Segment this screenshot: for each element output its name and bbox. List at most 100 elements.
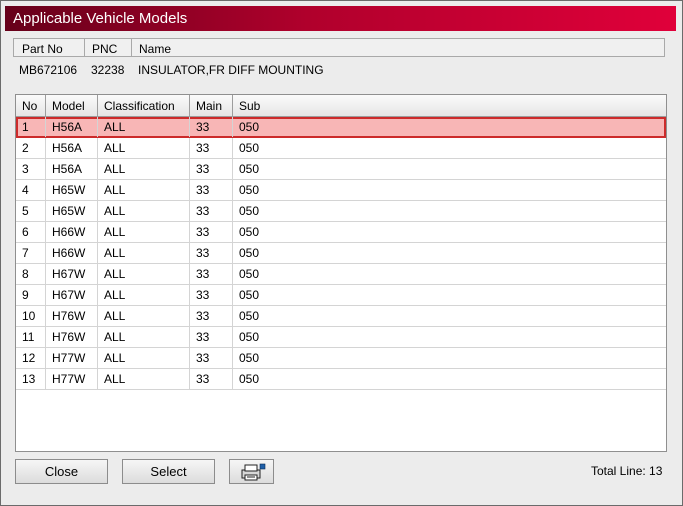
cell-divider xyxy=(45,285,46,305)
cell-divider xyxy=(232,306,233,326)
cell-divider xyxy=(232,285,233,305)
row-no: 12 xyxy=(22,351,36,365)
cell-divider xyxy=(232,348,233,368)
row-sub: 050 xyxy=(239,120,260,134)
cell-divider xyxy=(232,117,233,137)
column-divider[interactable] xyxy=(97,95,98,116)
row-no: 9 xyxy=(22,288,29,302)
table-row[interactable]: 6 H66W ALL 33 050 xyxy=(16,222,666,243)
column-header-classification[interactable]: Classification xyxy=(104,99,175,113)
cell-divider xyxy=(97,285,98,305)
title-bar[interactable]: Applicable Vehicle Models xyxy=(5,6,676,31)
row-classification: ALL xyxy=(104,351,126,365)
cell-divider xyxy=(189,306,190,326)
cell-divider xyxy=(189,159,190,179)
row-classification: ALL xyxy=(104,120,126,134)
row-model: H67W xyxy=(52,288,86,302)
cell-divider xyxy=(45,369,46,389)
row-sub: 050 xyxy=(239,246,260,260)
table-row[interactable]: 13 H77W ALL 33 050 xyxy=(16,369,666,390)
row-classification: ALL xyxy=(104,309,126,323)
row-classification: ALL xyxy=(104,162,126,176)
row-sub: 050 xyxy=(239,330,260,344)
row-no: 2 xyxy=(22,141,29,155)
row-model: H56A xyxy=(52,141,83,155)
table-row[interactable]: 1 H56A ALL 33 050 xyxy=(16,117,666,138)
cell-divider xyxy=(97,222,98,242)
cell-divider xyxy=(232,180,233,200)
table-row[interactable]: 2 H56A ALL 33 050 xyxy=(16,138,666,159)
cell-divider xyxy=(189,369,190,389)
row-main: 33 xyxy=(196,204,210,218)
column-divider[interactable] xyxy=(45,95,46,116)
cell-divider xyxy=(189,285,190,305)
row-model: H76W xyxy=(52,330,86,344)
table-row[interactable]: 7 H66W ALL 33 050 xyxy=(16,243,666,264)
row-main: 33 xyxy=(196,246,210,260)
row-sub: 050 xyxy=(239,183,260,197)
table-row[interactable]: 8 H67W ALL 33 050 xyxy=(16,264,666,285)
cell-divider xyxy=(97,327,98,347)
cell-divider xyxy=(189,264,190,284)
name-value: INSULATOR,FR DIFF MOUNTING xyxy=(138,63,324,77)
row-no: 10 xyxy=(22,309,36,323)
row-classification: ALL xyxy=(104,330,126,344)
column-header-sub[interactable]: Sub xyxy=(239,99,260,113)
column-divider[interactable] xyxy=(232,95,233,116)
table-row[interactable]: 5 H65W ALL 33 050 xyxy=(16,201,666,222)
row-classification: ALL xyxy=(104,225,126,239)
column-header-no[interactable]: No xyxy=(22,99,37,113)
row-classification: ALL xyxy=(104,288,126,302)
row-sub: 050 xyxy=(239,351,260,365)
table-row[interactable]: 3 H56A ALL 33 050 xyxy=(16,159,666,180)
row-classification: ALL xyxy=(104,267,126,281)
close-button[interactable]: Close xyxy=(15,459,108,484)
row-classification: ALL xyxy=(104,372,126,386)
table-row[interactable]: 11 H76W ALL 33 050 xyxy=(16,327,666,348)
cell-divider xyxy=(189,201,190,221)
row-main: 33 xyxy=(196,351,210,365)
column-header-main[interactable]: Main xyxy=(196,99,222,113)
row-no: 6 xyxy=(22,225,29,239)
row-main: 33 xyxy=(196,162,210,176)
row-sub: 050 xyxy=(239,372,260,386)
cell-divider xyxy=(45,264,46,284)
vehicle-models-table[interactable]: No Model Classification Main Sub 1 H56A AL… xyxy=(15,94,667,452)
table-row[interactable]: 10 H76W ALL 33 050 xyxy=(16,306,666,327)
cell-divider xyxy=(232,222,233,242)
column-header-model[interactable]: Model xyxy=(52,99,85,113)
cell-divider xyxy=(97,264,98,284)
row-sub: 050 xyxy=(239,288,260,302)
cell-divider xyxy=(232,243,233,263)
cell-divider xyxy=(232,264,233,284)
row-no: 3 xyxy=(22,162,29,176)
cell-divider xyxy=(232,159,233,179)
table-header: No Model Classification Main Sub xyxy=(16,95,666,117)
cell-divider xyxy=(189,348,190,368)
cell-divider xyxy=(45,117,46,137)
cell-divider xyxy=(45,180,46,200)
part-no-value: MB672106 xyxy=(19,63,78,77)
row-no: 4 xyxy=(22,183,29,197)
column-divider[interactable] xyxy=(189,95,190,116)
table-row[interactable]: 9 H67W ALL 33 050 xyxy=(16,285,666,306)
part-no-header: Part No xyxy=(22,42,63,56)
cell-divider xyxy=(97,117,98,137)
cell-divider xyxy=(45,327,46,347)
cell-divider xyxy=(189,243,190,263)
cell-divider xyxy=(189,327,190,347)
table-row[interactable]: 12 H77W ALL 33 050 xyxy=(16,348,666,369)
cell-divider xyxy=(45,243,46,263)
cell-divider xyxy=(97,306,98,326)
cell-divider xyxy=(232,138,233,158)
row-model: H77W xyxy=(52,372,86,386)
print-button[interactable] xyxy=(229,459,274,484)
row-sub: 050 xyxy=(239,267,260,281)
select-button[interactable]: Select xyxy=(122,459,215,484)
table-row[interactable]: 4 H65W ALL 33 050 xyxy=(16,180,666,201)
cell-divider xyxy=(97,159,98,179)
cell-divider xyxy=(45,222,46,242)
cell-divider xyxy=(45,201,46,221)
row-no: 7 xyxy=(22,246,29,260)
row-main: 33 xyxy=(196,267,210,281)
